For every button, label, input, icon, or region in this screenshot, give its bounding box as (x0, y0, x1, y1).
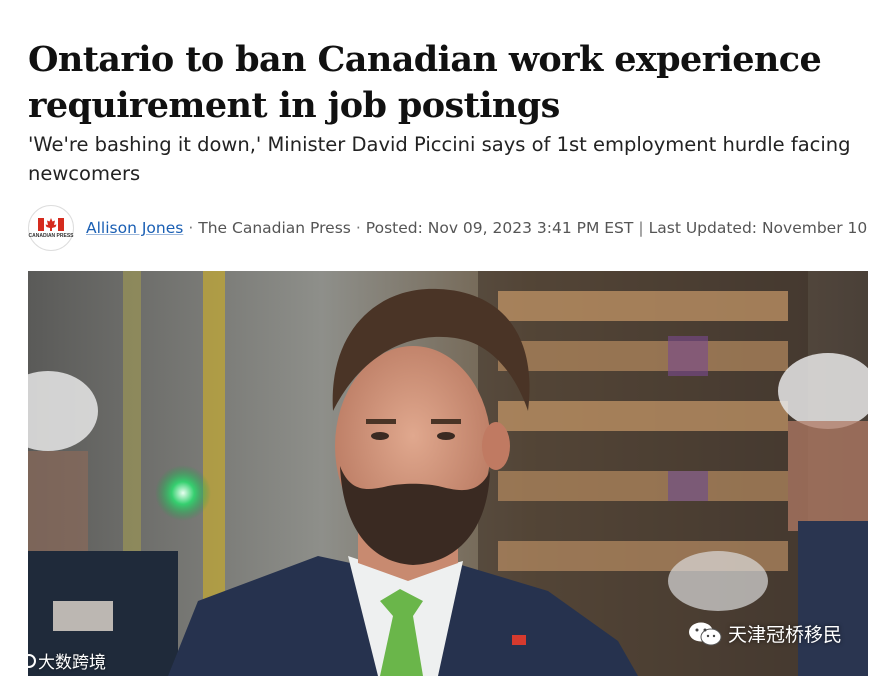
watermark-left: 大数跨境 (8, 648, 106, 673)
watermark-left-text: 大数跨境 (38, 653, 106, 673)
byline-separator: · (188, 219, 194, 237)
article-subheadline: 'We're bashing it down,' Minister David … (28, 133, 851, 185)
minister-portrait-image (28, 271, 868, 676)
watermark-right-text: 天津冠桥移民 (728, 624, 843, 646)
posted-date: Posted: Nov 09, 2023 3:41 PM EST (365, 219, 634, 237)
outlet-name: The Canadian Press (198, 219, 351, 237)
logo-text: CANADIAN PRESS (28, 233, 74, 239)
wechat-icon (689, 622, 722, 645)
byline-divider: | (638, 219, 644, 237)
byline-separator: · (355, 219, 361, 237)
dashu-logo-icon (10, 651, 36, 670)
watermark-right: 天津冠桥移民 (688, 620, 842, 647)
canadian-press-logo[interactable]: CANADIAN PRESS (28, 205, 74, 251)
updated-date: Last Updated: November 10 (648, 219, 868, 237)
maple-leaf-icon (38, 218, 64, 231)
article-headline: Ontario to ban Canadian work experience … (28, 39, 822, 127)
byline: CANADIAN PRESS Allison Jones · The Canad… (28, 205, 868, 251)
author-link[interactable]: Allison Jones (86, 219, 183, 237)
article-photo (28, 271, 868, 676)
